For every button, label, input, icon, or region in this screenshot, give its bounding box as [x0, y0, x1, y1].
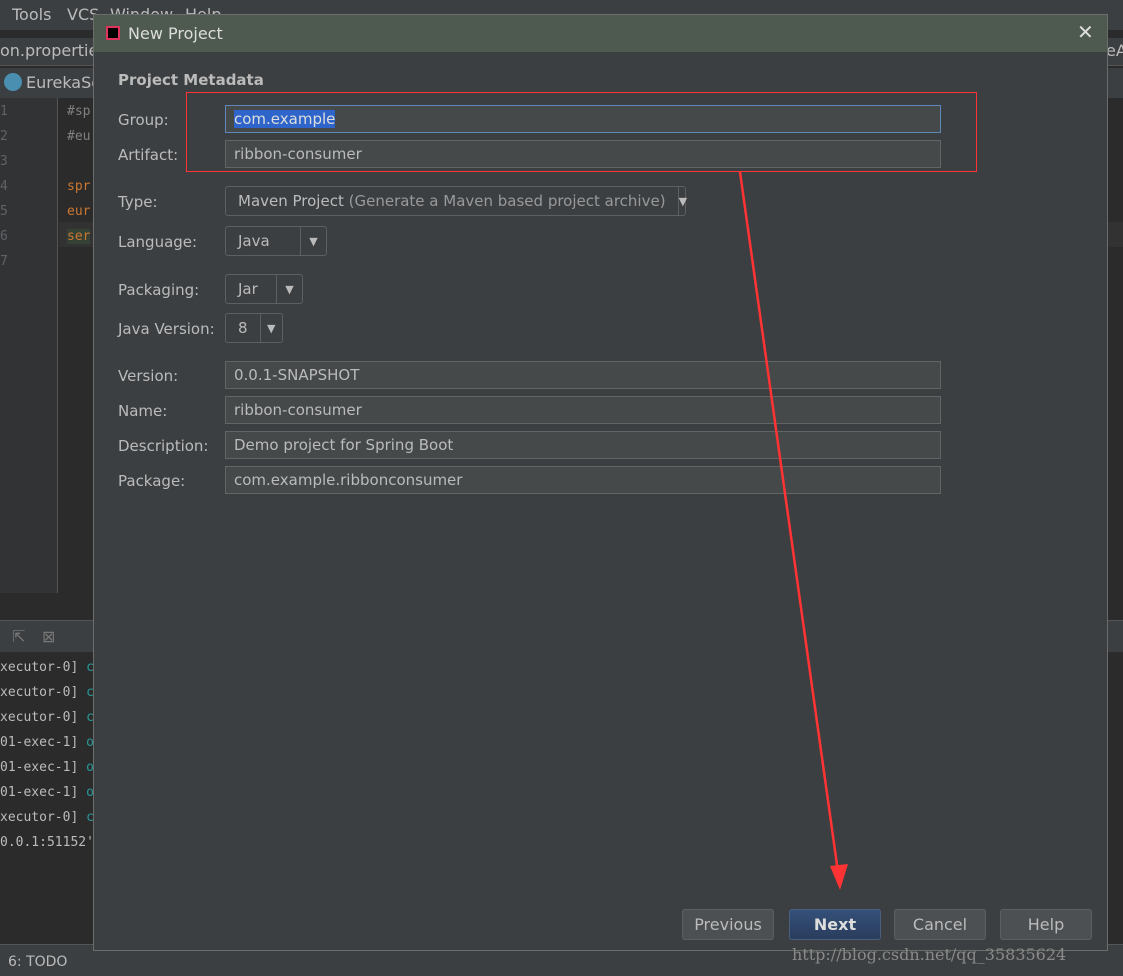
watermark: http://blog.csdn.net/qq_35835624: [792, 945, 1067, 964]
annotation-arrow: [738, 171, 848, 890]
